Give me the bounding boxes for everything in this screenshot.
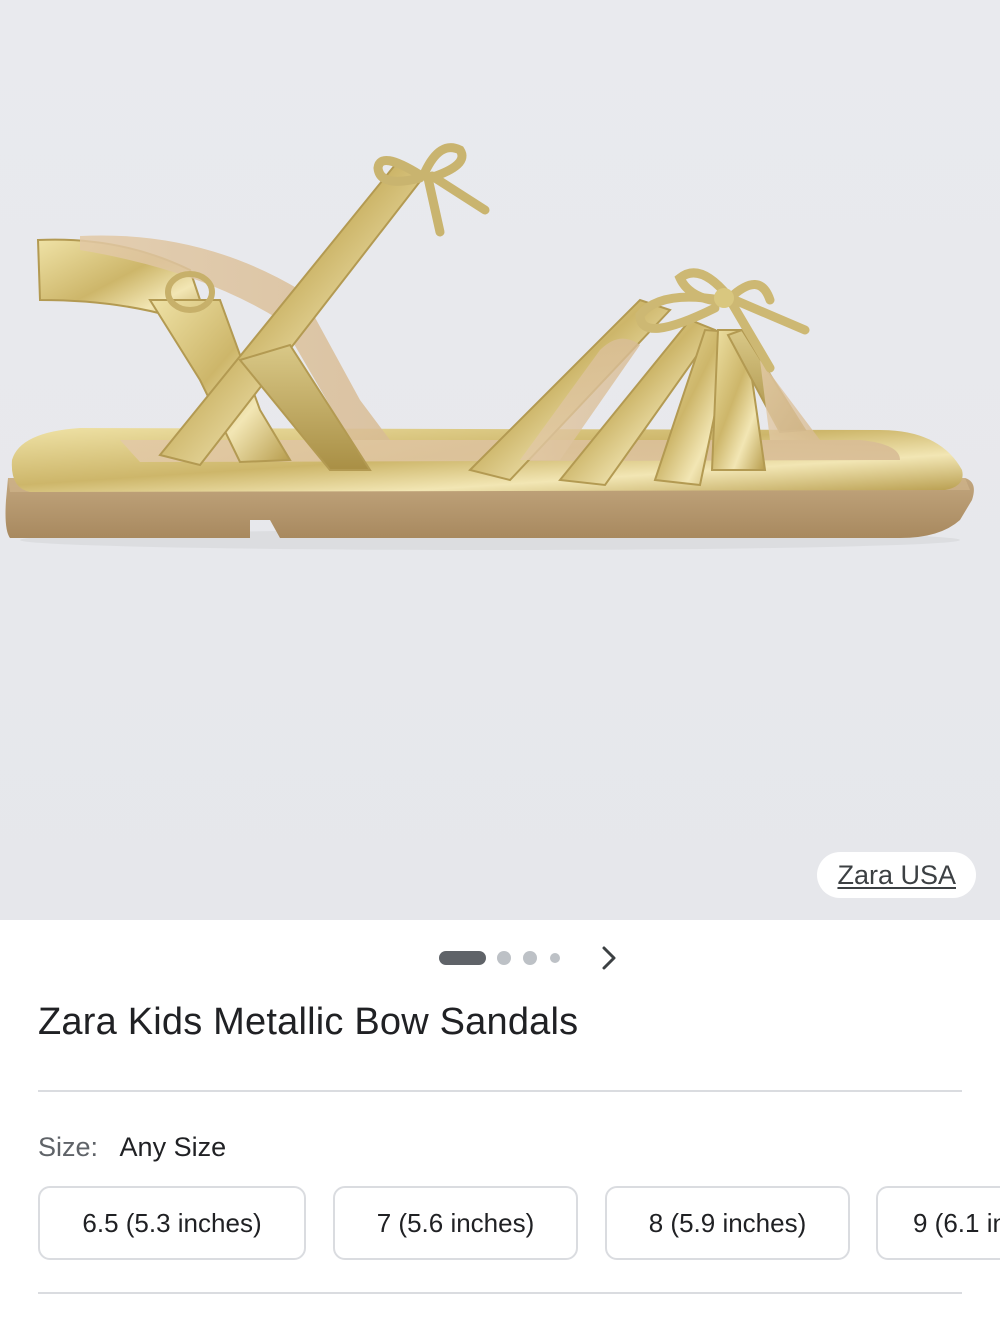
divider: [38, 1090, 962, 1092]
size-option-chip[interactable]: 7 (5.6 inches): [333, 1186, 578, 1260]
chevron-right-icon: [602, 946, 616, 970]
carousel-dot[interactable]: [497, 951, 511, 965]
sandal-illustration: [5, 143, 974, 550]
size-option-chip[interactable]: 9 (6.1 inches): [876, 1186, 1000, 1260]
image-carousel-indicator: [0, 946, 1000, 971]
carousel-dot-active[interactable]: [439, 951, 486, 965]
product-image[interactable]: Zara USA: [0, 0, 1000, 920]
size-options: 6.5 (5.3 inches) 7 (5.6 inches) 8 (5.9 i…: [38, 1186, 1000, 1260]
product-page: Zara USA Zara Kids Metallic Bow Sandals …: [0, 0, 1000, 1333]
product-title: Zara Kids Metallic Bow Sandals: [38, 1001, 579, 1043]
carousel-dot[interactable]: [523, 951, 537, 965]
divider: [38, 1292, 962, 1294]
size-option-chip[interactable]: 8 (5.9 inches): [605, 1186, 850, 1260]
next-image-button[interactable]: [594, 943, 624, 973]
size-label: Size:: [38, 1132, 99, 1162]
size-selection: Size: Any Size: [38, 1132, 226, 1163]
size-option-chip[interactable]: 6.5 (5.3 inches): [38, 1186, 306, 1260]
image-source-link[interactable]: Zara USA: [817, 852, 976, 898]
selected-size: Any Size: [119, 1132, 227, 1162]
carousel-dot[interactable]: [550, 953, 560, 963]
